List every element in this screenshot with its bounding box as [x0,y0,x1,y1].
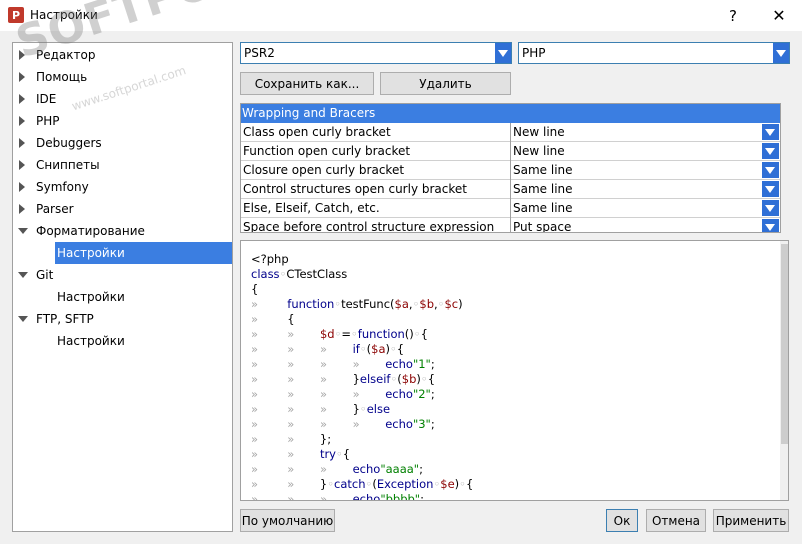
code-line: <?php [251,252,289,266]
code-line: » » $d◦=◦function()◦{ [251,327,428,341]
help-button[interactable]: ? [710,0,756,31]
delete-button[interactable]: Удалить [380,72,511,95]
code-line: { [251,282,259,296]
expand-arrow-icon[interactable] [19,182,25,192]
tree-item-parser[interactable]: Parser [13,198,232,220]
code-line: » » }◦catch◦(Exception◦$e)◦{ [251,477,474,491]
property-row[interactable]: Space before control structure expressio… [241,218,780,232]
dropdown-arrow-icon[interactable] [773,43,789,63]
dropdown-arrow-icon[interactable] [762,143,779,159]
code-line: » » » echo"bbbb"; [251,492,424,501]
properties-table[interactable]: Wrapping and Bracers Class open curly br… [240,103,781,233]
collapse-arrow-icon[interactable] [18,316,28,322]
property-row[interactable]: Closure open curly bracket Same line [241,161,780,180]
ok-button[interactable]: Ок [606,509,638,532]
expand-arrow-icon[interactable] [19,116,25,126]
collapse-arrow-icon[interactable] [18,272,28,278]
code-line: » » » }elseif◦($b)◦{ [251,372,436,386]
code-line: » » try◦{ [251,447,351,461]
code-line: » » » » echo"1"; [251,357,435,371]
code-line: » » » » echo"3"; [251,417,435,431]
settings-tree[interactable]: Редактор Помощь IDE PHP Debuggers Сниппе… [12,42,233,532]
code-line: » » » }◦else [251,402,391,416]
property-row[interactable]: Control structures open curly bracket Sam… [241,180,780,199]
language-select[interactable]: PHP [518,42,790,64]
tree-item-ftp-settings[interactable]: Настройки [13,330,232,352]
save-as-button[interactable]: Сохранить как... [240,72,374,95]
tree-item-git[interactable]: Git [13,264,232,286]
dropdown-arrow-icon[interactable] [762,200,779,216]
expand-arrow-icon[interactable] [19,204,25,214]
code-line: » » » » echo"2"; [251,387,435,401]
dropdown-arrow-icon[interactable] [762,124,779,140]
dropdown-arrow-icon[interactable] [762,162,779,178]
close-button[interactable]: ✕ [756,0,802,31]
scrollbar-thumb[interactable] [781,244,788,444]
vertical-scrollbar[interactable] [780,241,788,500]
expand-arrow-icon[interactable] [19,138,25,148]
tree-item-php[interactable]: PHP [13,110,232,132]
group-header: Wrapping and Bracers [241,104,780,123]
collapse-arrow-icon[interactable] [18,228,28,234]
defaults-button[interactable]: По умолчанию [240,509,335,532]
dropdown-arrow-icon[interactable] [762,219,779,232]
code-line: » function◦testFunc($a,◦$b,◦$c) [251,297,463,311]
tree-item-debuggers[interactable]: Debuggers [13,132,232,154]
code-preview: <?php class◦CTestClass { » function◦test… [240,240,789,501]
dropdown-arrow-icon[interactable] [495,43,511,63]
tree-item-formatting-settings[interactable]: Настройки [55,242,232,264]
property-row[interactable]: Function open curly bracket New line [241,142,780,161]
apply-button[interactable]: Применить [713,509,789,532]
expand-arrow-icon[interactable] [19,94,25,104]
tree-item-snippets[interactable]: Сниппеты [13,154,232,176]
tree-item-symfony[interactable]: Symfony [13,176,232,198]
style-profile-select[interactable]: PSR2 [240,42,512,64]
property-row[interactable]: Else, Elseif, Catch, etc. Same line [241,199,780,218]
tree-item-ftp[interactable]: FTP, SFTP [13,308,232,330]
code-line: » » }; [251,432,332,446]
tree-item-git-settings[interactable]: Настройки [13,286,232,308]
tree-item-formatting[interactable]: Форматирование [13,220,232,242]
cancel-button[interactable]: Отмена [646,509,706,532]
code-line: » » » echo"aaaa"; [251,462,423,476]
code-line: » { [251,312,295,326]
code-line: » » » if◦($a)◦{ [251,342,405,356]
dropdown-arrow-icon[interactable] [762,181,779,197]
expand-arrow-icon[interactable] [19,160,25,170]
expand-arrow-icon[interactable] [19,72,25,82]
property-row[interactable]: Class open curly bracket New line [241,123,780,142]
code-line: class◦CTestClass [251,267,348,281]
